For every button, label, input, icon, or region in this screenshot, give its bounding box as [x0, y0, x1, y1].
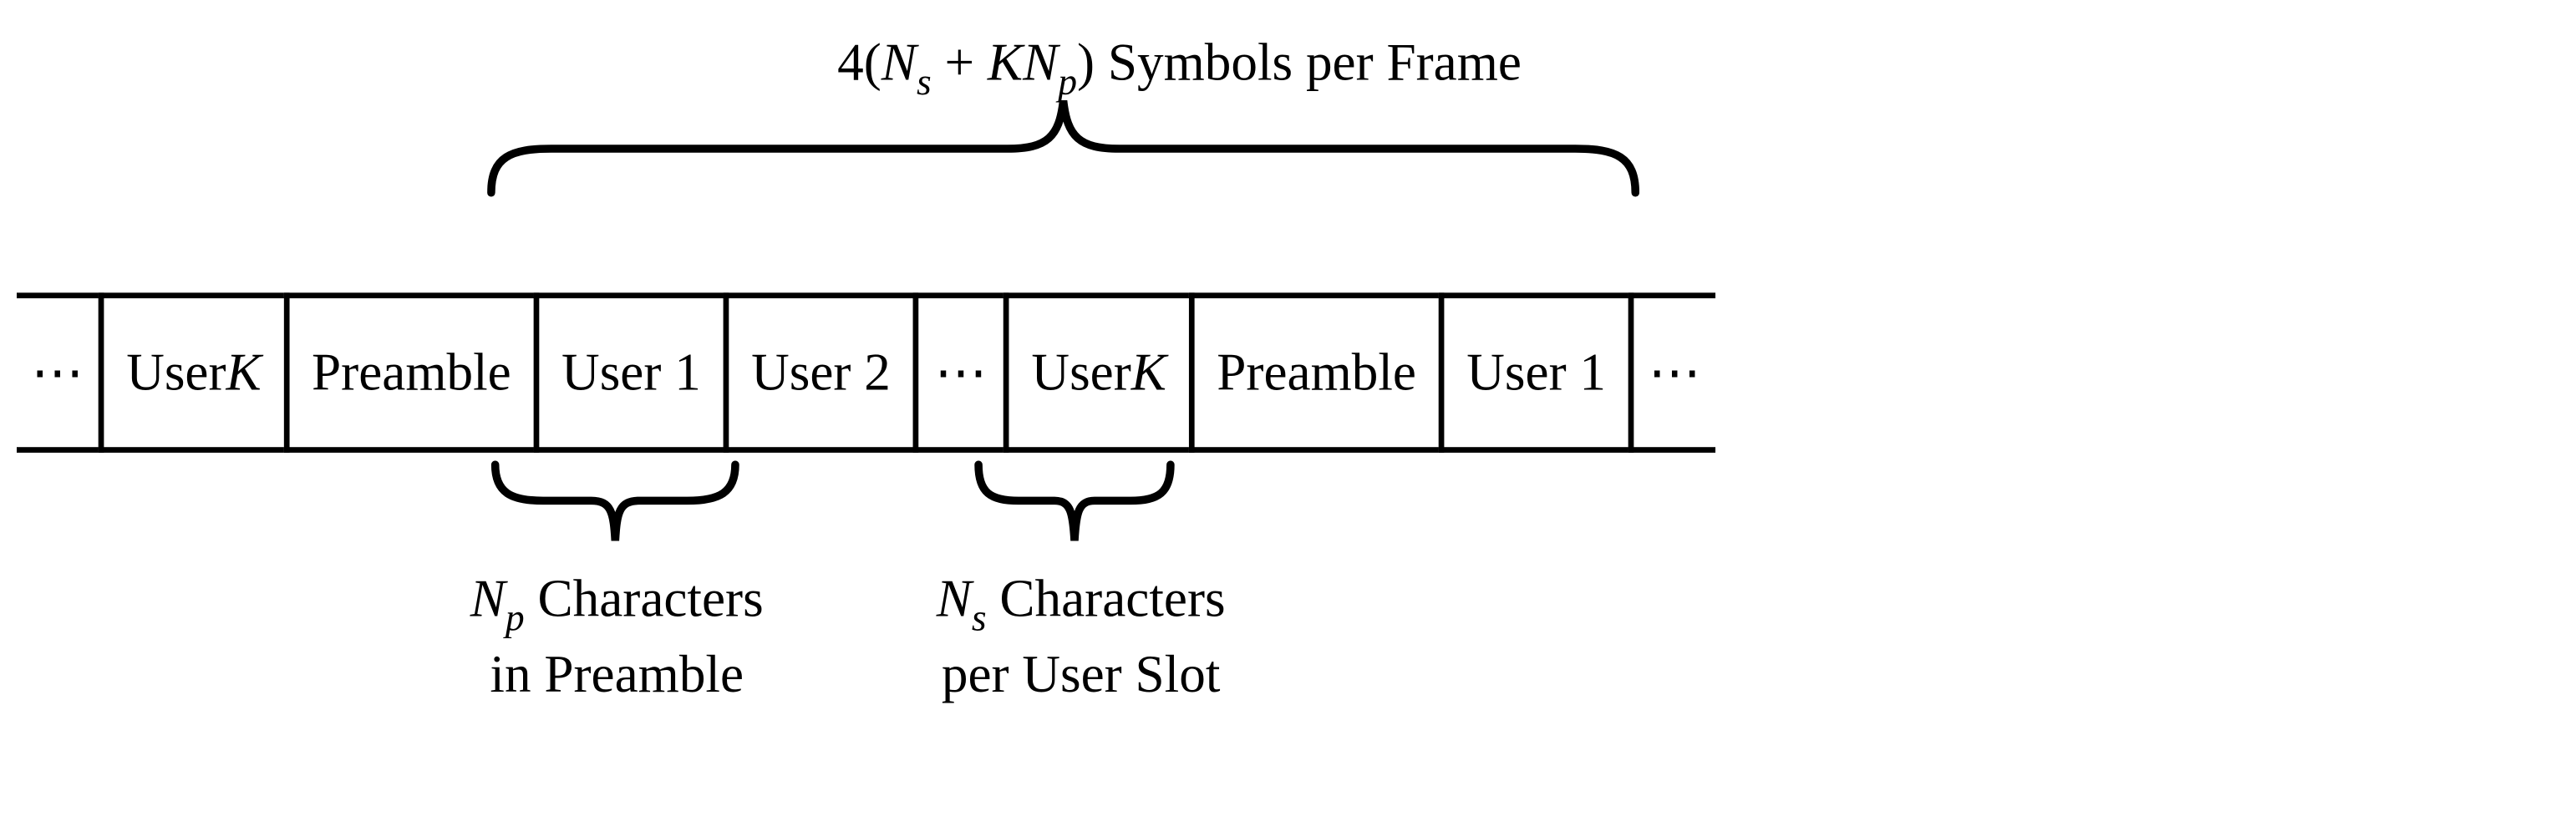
ellipsis-mid: ⋯ — [913, 292, 1003, 453]
preamble-underbrace — [487, 460, 743, 548]
frame-structure-diagram: 4(Ns + KNp) Symbols per Frame ⋯ User K P… — [17, 17, 2452, 772]
top-overbrace — [487, 93, 1639, 196]
slot-user-k: User K — [1003, 292, 1189, 453]
ellipsis-left: ⋯ — [17, 292, 99, 453]
frame-row: ⋯ User K Preamble User 1 User 2 ⋯ User K… — [17, 292, 2452, 453]
slot-preamble-2: Preamble — [1189, 292, 1439, 453]
user-slot-underbrace — [970, 460, 1178, 548]
slot-user-2: User 2 — [724, 292, 913, 453]
slot-user-1-next: User 1 — [1439, 292, 1628, 453]
slot-preamble-1: Preamble — [284, 292, 534, 453]
symbols-per-frame-label: 4(Ns + KNp) Symbols per Frame — [837, 33, 1522, 101]
slot-user-1: User 1 — [534, 292, 724, 453]
ellipsis-right: ⋯ — [1628, 292, 1715, 453]
preamble-characters-label: Np Characters in Preamble — [441, 565, 793, 709]
user-slot-characters-label: Ns Characters per User Slot — [897, 565, 1265, 709]
slot-user-k-prev: User K — [99, 292, 284, 453]
